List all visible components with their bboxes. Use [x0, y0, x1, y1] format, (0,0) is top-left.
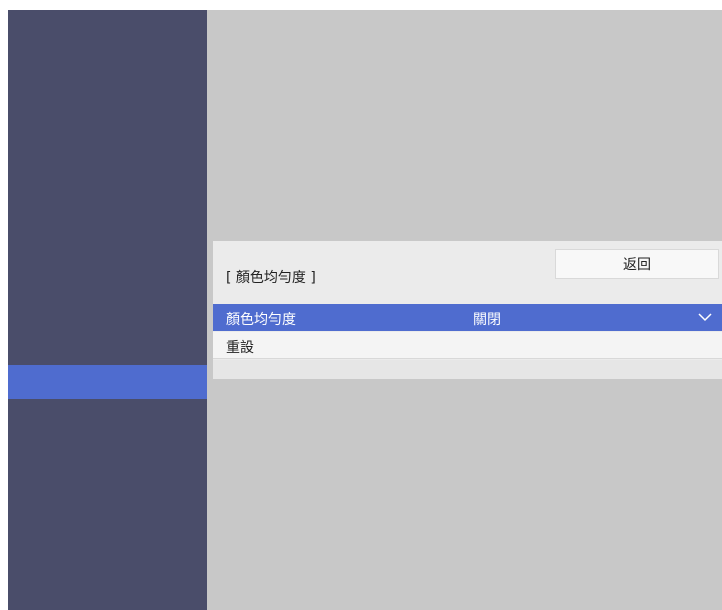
sidebar — [8, 10, 207, 610]
color-uniformity-panel: [ 顏色均勻度 ] 返回 顏色均勻度 關閉 重設 — [213, 241, 722, 379]
projector-screen: [ 顏色均勻度 ] 返回 顏色均勻度 關閉 重設 — [8, 10, 722, 610]
panel-title: [ 顏色均勻度 ] — [226, 270, 316, 286]
chevron-down-icon[interactable] — [698, 312, 712, 322]
panel-header: [ 顏色均勻度 ] 返回 — [213, 241, 722, 303]
menu-row-color-uniformity[interactable]: 顏色均勻度 關閉 — [213, 304, 722, 331]
menu-row-label: 重設 — [226, 340, 254, 356]
menu-row-reset[interactable]: 重設 — [213, 332, 722, 359]
sidebar-selected-item[interactable] — [8, 365, 207, 399]
back-button[interactable]: 返回 — [555, 249, 719, 279]
menu-row-value: 關閉 — [473, 312, 501, 328]
menu-row-label: 顏色均勻度 — [226, 312, 296, 328]
panel-footer — [213, 360, 722, 379]
